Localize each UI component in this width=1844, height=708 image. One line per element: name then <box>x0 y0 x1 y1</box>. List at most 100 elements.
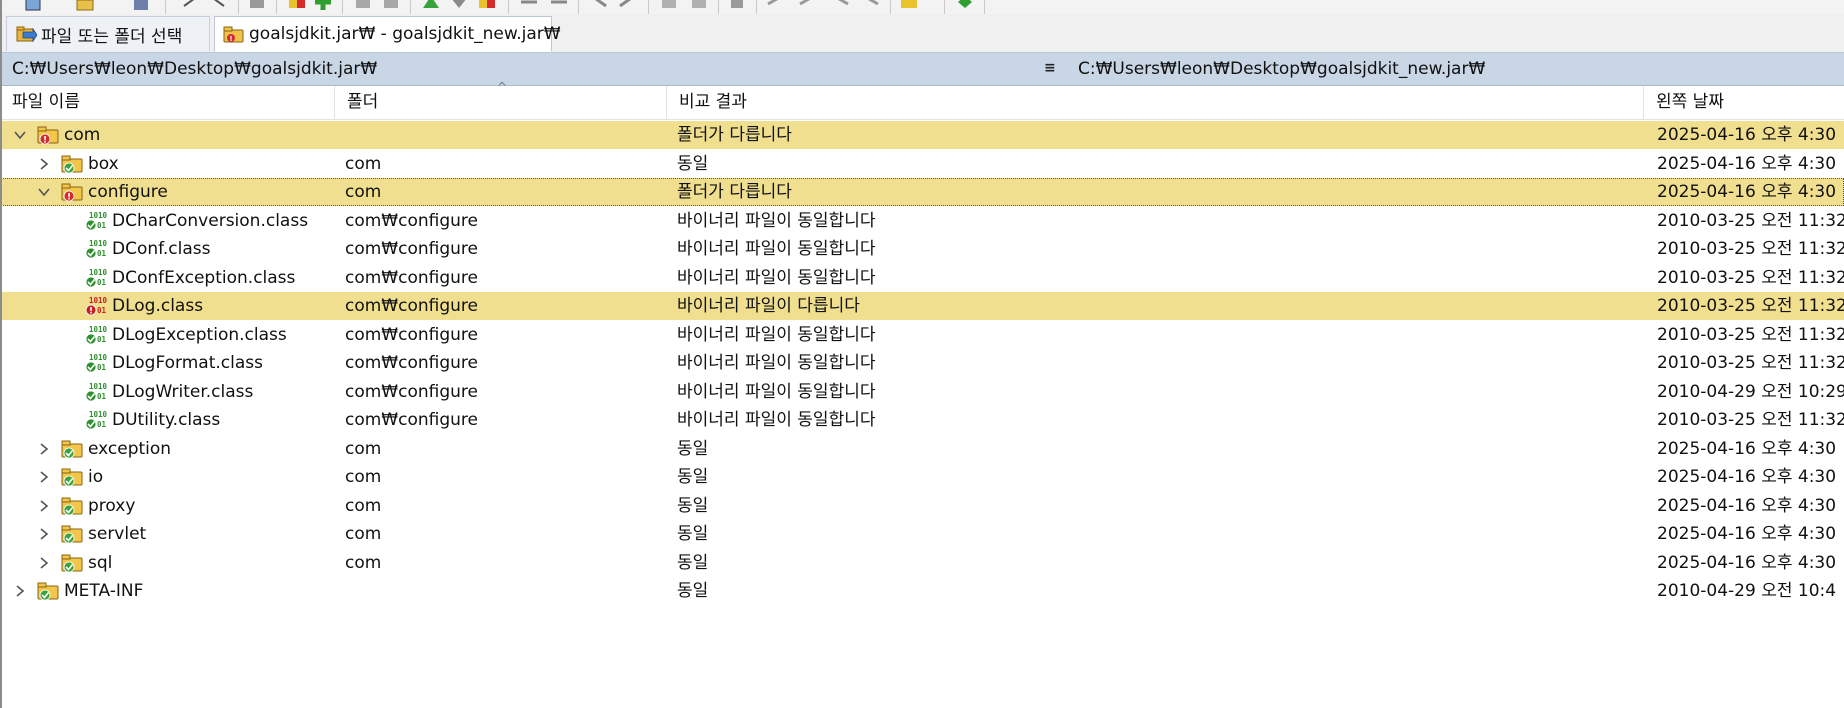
row-name: io <box>88 467 104 487</box>
copy-left-icon[interactable] <box>588 0 610 12</box>
row-left-date: 2025-04-16 오후 4:30 <box>1657 495 1837 516</box>
path-bar: C:₩Users₩leon₩Desktop₩goalsjdkit.jar₩ ≡ … <box>0 53 1844 86</box>
row-name: proxy <box>88 495 136 516</box>
table-row[interactable]: 1010 01 DConfException.class com₩configure 바… <box>0 264 1844 292</box>
diff-marker-icon[interactable] <box>286 0 308 12</box>
table-row[interactable]: ! configure com 폴더가 다릅니다 2025-04-16 오후 4:30 <box>0 178 1844 206</box>
svg-text:1010: 1010 <box>89 353 108 362</box>
row-compare-result: 동일 <box>677 495 709 516</box>
svg-text:1010: 1010 <box>89 296 108 305</box>
svg-text:!: ! <box>89 307 93 317</box>
chevron-right-icon[interactable] <box>36 463 52 491</box>
chevron-right-icon[interactable] <box>36 150 52 178</box>
chevron-right-icon[interactable] <box>36 549 52 577</box>
expand-all-icon[interactable] <box>420 0 442 12</box>
copy-right-icon[interactable] <box>616 0 638 12</box>
copy-to-right-icon[interactable] <box>688 0 710 12</box>
binary-same-icon: 1010 01 <box>84 352 108 374</box>
table-row[interactable]: exception com 동일 2025-04-16 오후 4:30 <box>0 435 1844 463</box>
merge-left-icon[interactable] <box>352 0 374 12</box>
row-compare-result: 폴더가 다릅니다 <box>677 125 792 145</box>
table-row[interactable]: META-INF 동일 2010-04-29 오전 10:4 <box>0 577 1844 605</box>
chevron-right-icon[interactable] <box>36 492 52 520</box>
row-compare-result: 바이너리 파일이 동일합니다 <box>677 210 876 231</box>
table-row[interactable]: 1010 01 DLogWriter.class com₩configure 바이너리 … <box>0 378 1844 406</box>
table-row[interactable]: 1010 01 DLogException.class com₩configure 바이… <box>0 321 1844 349</box>
chevron-right-icon[interactable] <box>36 435 52 463</box>
row-left-date: 2010-03-25 오전 11:32 <box>1657 210 1844 231</box>
svg-text:!: ! <box>67 193 71 203</box>
svg-text:1010: 1010 <box>89 211 108 220</box>
table-row[interactable]: 1010 01 DLogFormat.class com₩configure 바이너리 … <box>0 349 1844 377</box>
row-compare-result: 바이너리 파일이 동일합니다 <box>677 410 876 430</box>
options-icon[interactable] <box>898 0 920 12</box>
tab-folder-compare[interactable]: ! goalsjdkit.jar₩ - goalsjdkit_new.jar₩ <box>214 16 561 52</box>
row-compare-result: 폴더가 다릅니다 <box>677 182 792 202</box>
select-icon[interactable] <box>206 0 228 12</box>
delete-icon[interactable] <box>726 0 748 12</box>
table-row[interactable]: 1010 01 DConf.class com₩configure 바이너리 파일이 동… <box>0 235 1844 263</box>
row-left-date: 2010-03-25 오전 11:32 <box>1657 267 1844 288</box>
table-row[interactable]: box com 동일 2025-04-16 오후 4:30 <box>0 150 1844 178</box>
table-row[interactable]: io com 동일 2025-04-16 오후 4:30 <box>0 463 1844 491</box>
svg-text:01: 01 <box>97 392 107 401</box>
folder-diff-icon: ! <box>60 181 84 203</box>
chevron-right-icon[interactable] <box>36 520 52 548</box>
save-icon[interactable] <box>130 0 152 12</box>
tab-label: 파일 또는 폴더 선택 <box>41 26 183 47</box>
row-folder: com₩configure <box>345 210 478 231</box>
last-diff-icon[interactable] <box>860 0 882 12</box>
sort-up-icon: ^ <box>497 80 508 94</box>
chevron-right-icon[interactable] <box>12 577 28 605</box>
binary-same-icon: 1010 01 <box>84 238 108 260</box>
chevron-down-icon[interactable] <box>12 121 28 149</box>
open-icon[interactable] <box>74 0 96 12</box>
row-folder: com <box>345 467 382 487</box>
table-row[interactable]: 1010 01 DUtility.class com₩configure 바이너리 파일… <box>0 406 1844 434</box>
refresh-icon[interactable] <box>954 0 976 12</box>
copy-to-left-icon[interactable] <box>658 0 680 12</box>
plus-green-icon[interactable] <box>312 0 334 12</box>
column-header-name[interactable]: 파일 이름 <box>0 86 335 119</box>
row-name: DCharConversion.class <box>112 210 309 231</box>
table-row[interactable]: 1010 01 DCharConversion.class com₩configure… <box>0 207 1844 235</box>
table-row[interactable]: sql com 동일 2025-04-16 오후 4:30 <box>0 549 1844 577</box>
row-compare-result: 동일 <box>677 153 709 174</box>
next-diff-icon[interactable] <box>548 0 570 12</box>
table-row[interactable]: servlet com 동일 2025-04-16 오후 4:30 <box>0 520 1844 548</box>
row-left-date: 2010-03-25 오전 11:32 <box>1657 239 1844 259</box>
right-path[interactable]: C:₩Users₩leon₩Desktop₩goalsjdkit_new.jar… <box>1078 53 1485 85</box>
next-file-icon[interactable] <box>830 0 852 12</box>
edit-icon[interactable] <box>180 0 202 12</box>
filter-diff-icon[interactable] <box>476 0 498 12</box>
prev-file-icon[interactable] <box>796 0 818 12</box>
merge-right-icon[interactable] <box>380 0 402 12</box>
row-name: com <box>64 125 101 145</box>
row-folder: com <box>345 153 382 174</box>
print-icon[interactable] <box>246 0 268 12</box>
table-row[interactable]: proxy com 동일 2025-04-16 오후 4:30 <box>0 492 1844 520</box>
tab-label: goalsjdkit.jar₩ - goalsjdkit_new.jar₩ <box>249 24 561 44</box>
first-diff-icon[interactable] <box>764 0 786 12</box>
collapse-all-icon[interactable] <box>448 0 470 12</box>
tab-select-files[interactable]: 파일 또는 폴더 선택 <box>6 16 210 51</box>
row-name: DLogException.class <box>112 324 287 345</box>
row-folder: com₩configure <box>345 267 478 288</box>
row-name: DUtility.class <box>112 410 221 430</box>
table-row[interactable]: 1010 01! DLog.class com₩configure 바이너리 파일이 다… <box>0 292 1844 320</box>
chevron-down-icon[interactable] <box>36 178 52 206</box>
svg-text:!: ! <box>43 136 47 146</box>
column-header-result[interactable]: 비교 결과 <box>667 86 1644 119</box>
table-row[interactable]: ! com 폴더가 다릅니다 2025-04-16 오후 4:30 <box>0 121 1844 149</box>
binary-same-icon: 1010 01 <box>84 381 108 403</box>
prev-diff-icon[interactable] <box>518 0 540 12</box>
folder-same-icon <box>60 552 84 574</box>
column-header-left-date[interactable]: 왼쪽 날짜 <box>1644 86 1844 119</box>
path-menu-icon[interactable]: ≡ <box>1044 53 1056 85</box>
new-compare-icon[interactable] <box>22 0 44 12</box>
row-left-date: 2025-04-16 오후 4:30 <box>1657 467 1837 487</box>
row-left-date: 2010-03-25 오전 11:32 <box>1657 324 1844 345</box>
row-left-date: 2025-04-16 오후 4:30 <box>1657 552 1837 573</box>
row-compare-result: 바이너리 파일이 다릅니다 <box>677 296 860 316</box>
left-path[interactable]: C:₩Users₩leon₩Desktop₩goalsjdkit.jar₩ <box>12 53 377 85</box>
